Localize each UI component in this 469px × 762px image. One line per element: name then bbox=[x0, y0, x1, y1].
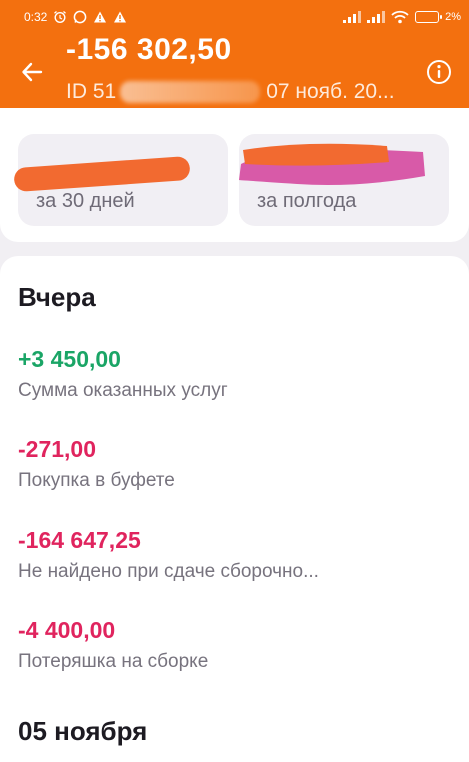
redaction bbox=[13, 155, 191, 193]
transaction-description: Сумма оказанных услуг bbox=[18, 380, 228, 401]
signal-icon bbox=[343, 11, 362, 23]
status-left: 0:32 bbox=[24, 10, 127, 24]
info-button[interactable] bbox=[424, 57, 454, 87]
transaction-amount: -271,00 bbox=[18, 436, 97, 462]
battery-icon bbox=[415, 11, 443, 23]
transaction-description: Покупка в буфете bbox=[18, 470, 175, 491]
operation-date: 07 нояб. 20... bbox=[266, 80, 395, 103]
transaction-description: Потеряшка на сборке bbox=[18, 651, 209, 672]
transaction-item[interactable]: -164 647,25 Не найдено при сдаче сборочн… bbox=[18, 527, 458, 583]
operation-subtitle: ID 51 07 нояб. 20... bbox=[66, 80, 395, 104]
wifi-icon bbox=[391, 10, 409, 24]
redaction bbox=[120, 81, 261, 104]
back-button[interactable] bbox=[18, 58, 46, 86]
transaction-item[interactable]: +3 450,00 Сумма оказанных услуг bbox=[18, 346, 458, 402]
summary-tile-half-year[interactable]: за полгода bbox=[238, 134, 449, 226]
redaction bbox=[238, 143, 425, 185]
tile-caption: за 30 дней bbox=[36, 190, 135, 212]
whatsapp-icon bbox=[74, 10, 87, 24]
transaction-item[interactable]: -4 400,00 Потеряшка на сборке bbox=[18, 617, 458, 673]
status-bar: 0:32 2% bbox=[0, 0, 469, 34]
alarm-icon bbox=[54, 11, 67, 24]
tile-caption: за полгода bbox=[257, 190, 357, 212]
group-title: Вчера bbox=[18, 282, 96, 312]
warning-icon bbox=[114, 11, 127, 23]
warning-icon bbox=[94, 11, 107, 23]
summary-card: за 30 дней за полгода bbox=[0, 108, 469, 242]
signal-icon bbox=[367, 11, 386, 23]
transaction-amount: +3 450,00 bbox=[18, 346, 121, 372]
summary-tile-30-days[interactable]: за 30 дней bbox=[13, 134, 228, 226]
operation-id: ID 51 bbox=[66, 80, 117, 103]
arrow-left-icon bbox=[22, 62, 43, 82]
status-time: 0:32 bbox=[24, 10, 48, 24]
transactions-list: Вчера +3 450,00 Сумма оказанных услуг -2… bbox=[0, 256, 469, 762]
transaction-amount: -164 647,25 bbox=[18, 527, 141, 553]
info-icon bbox=[427, 60, 451, 84]
transaction-item[interactable]: -271,00 Покупка в буфете bbox=[18, 436, 458, 492]
balance-title: -156 302,50 bbox=[66, 33, 232, 66]
status-right: 2% bbox=[343, 10, 461, 24]
battery-percent: 2% bbox=[445, 11, 461, 23]
transaction-amount: -4 400,00 bbox=[18, 617, 116, 643]
group-title: 05 ноября bbox=[18, 716, 148, 746]
transaction-description: Не найдено при сдаче сборочно... bbox=[18, 561, 319, 582]
header: 0:32 2% -156 302,50 ID 51 07 нояб. 20... bbox=[0, 0, 469, 108]
